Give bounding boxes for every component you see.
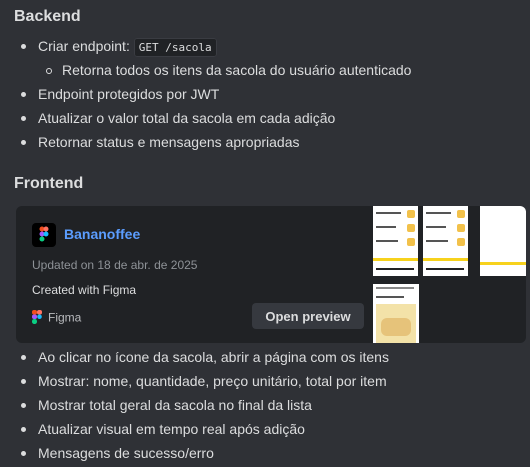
list-item: Mostrar total geral da sacola no final d… [16,393,389,417]
created-with: Created with Figma [32,283,137,297]
source-label: Figma [48,310,82,325]
backend-heading: Backend [14,8,81,25]
preview-thumbnail[interactable] [480,206,526,276]
list-item: Endpoint protegidos por JWT [16,82,411,106]
embed-title-link[interactable]: Bananoffee [64,226,140,242]
list-item: Mostrar: nome, quantidade, preço unitári… [16,369,389,393]
frontend-heading: Frontend [14,175,84,192]
list-item: Atualizar o valor total da sacola em cad… [16,106,411,130]
endpoint-code: GET /sacola [133,38,217,57]
preview-thumbnail[interactable] [423,206,468,276]
endpoint-label: Criar endpoint: [38,38,130,54]
updated-date: Updated on 18 de abr. de 2025 [32,258,198,272]
list-item: Retornar status e mensagens apropriadas [16,130,411,154]
list-item-nested: Retorna todos os itens da sacola do usuá… [16,58,411,82]
figma-small-icon [32,310,42,327]
preview-thumbnail[interactable] [373,284,419,343]
frontend-list: Ao clicar no ícone da sacola, abrir a pá… [16,345,389,465]
preview-thumbnail[interactable] [373,206,418,276]
figma-embed-card[interactable]: Bananoffee Updated on 18 de abr. de 2025… [16,206,526,343]
list-item: Atualizar visual em tempo real após adiç… [16,417,389,441]
backend-list: Criar endpoint: GET /sacola Retorna todo… [16,34,411,154]
list-item: Ao clicar no ícone da sacola, abrir a pá… [16,345,389,369]
open-preview-button[interactable]: Open preview [252,303,364,329]
list-item: Mensagens de sucesso/erro [16,441,389,465]
list-item: Criar endpoint: GET /sacola [16,34,411,58]
source-row: Figma [32,310,82,327]
figma-logo-icon [32,223,56,247]
